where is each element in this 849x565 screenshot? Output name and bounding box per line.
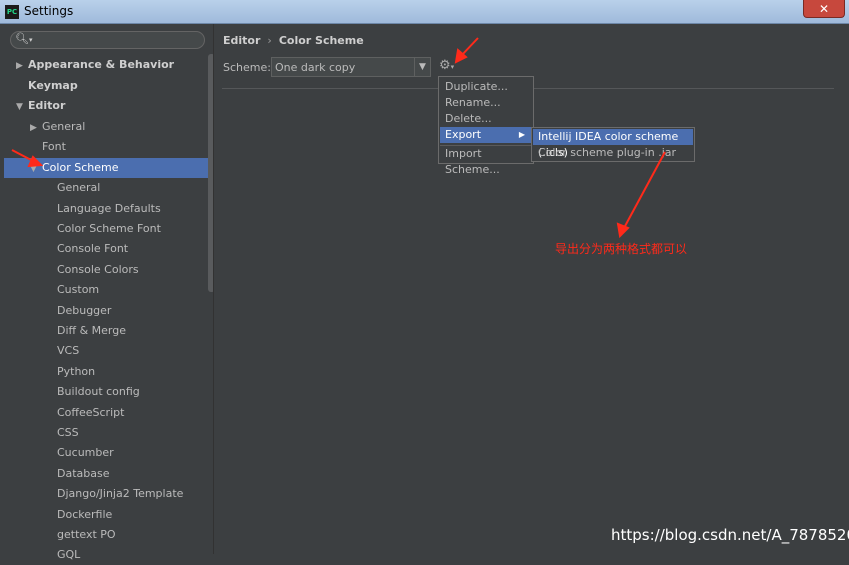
export-submenu: Intellij IDEA color scheme (.icls) Color… <box>531 127 695 162</box>
breadcrumb-separator: › <box>267 34 272 47</box>
annotation-text: 导出分为两种格式都可以 <box>555 242 688 256</box>
menu-item-duplicate[interactable]: Duplicate... <box>440 79 532 95</box>
scheme-dropdown[interactable]: One dark copy ▼ <box>271 57 431 77</box>
gear-icon[interactable]: ⚙▾ <box>439 58 454 73</box>
sidebar-item-python[interactable]: Python <box>57 362 95 382</box>
sidebar-item-color-scheme[interactable]: ▼ Color Scheme <box>4 158 213 178</box>
app-logo-icon: PC <box>5 5 19 19</box>
search-icon: 🔍︎▾ <box>15 32 33 45</box>
sidebar-item-django-jinja2[interactable]: Django/Jinja2 Template <box>57 484 183 504</box>
sidebar-item-gql[interactable]: GQL <box>57 545 80 565</box>
gear-context-menu: Duplicate... Rename... Delete... Export … <box>438 76 534 176</box>
close-button[interactable]: ✕ <box>803 0 845 18</box>
breadcrumb-editor[interactable]: Editor <box>223 34 260 47</box>
sidebar-item-debugger[interactable]: Debugger <box>57 301 111 321</box>
watermark: https://blog.csdn.net/A_7878520 <box>611 526 849 544</box>
search-input[interactable]: 🔍︎▾ <box>10 31 205 49</box>
sidebar-item-database[interactable]: Database <box>57 464 110 484</box>
sidebar-item-css[interactable]: CSS <box>57 423 79 443</box>
sidebar-item-keymap[interactable]: Keymap <box>16 76 78 96</box>
sidebar-item-appearance-behavior[interactable]: ▶ Appearance & Behavior <box>16 55 174 75</box>
title-bar: PC Settings ✕ <box>0 0 849 24</box>
submenu-item-plugin-jar[interactable]: Color scheme plug-in .jar <box>533 145 693 161</box>
sidebar-item-language-defaults[interactable]: Language Defaults <box>57 199 161 219</box>
menu-item-rename[interactable]: Rename... <box>440 95 532 111</box>
menu-item-delete[interactable]: Delete... <box>440 111 532 127</box>
chevron-right-icon: ▶ <box>518 130 525 139</box>
sidebar-item-general[interactable]: ▶ General <box>30 117 85 137</box>
sidebar-item-dockerfile[interactable]: Dockerfile <box>57 505 112 525</box>
sidebar-item-editor[interactable]: ▼ Editor <box>16 96 65 116</box>
sidebar-item-custom[interactable]: Custom <box>57 280 99 300</box>
breadcrumb: Editor › Color Scheme <box>223 34 364 47</box>
sidebar-item-buildout-config[interactable]: Buildout config <box>57 382 140 402</box>
sidebar-item-diff-merge[interactable]: Diff & Merge <box>57 321 126 341</box>
scheme-label: Scheme: <box>223 61 271 74</box>
window-title: Settings <box>24 4 74 18</box>
chevron-down-icon: ▼ <box>16 102 23 112</box>
menu-item-export[interactable]: Export ▶ <box>440 127 532 143</box>
submenu-item-icls[interactable]: Intellij IDEA color scheme (.icls) <box>533 129 693 159</box>
menu-item-import-scheme[interactable]: Import Scheme... <box>440 146 532 176</box>
settings-sidebar: 🔍︎▾ ▶ Appearance & Behavior Keymap ▼ Edito… <box>4 24 215 561</box>
breadcrumb-current: Color Scheme <box>278 34 364 47</box>
scheme-dropdown-value: One dark copy <box>275 61 356 74</box>
sidebar-item-console-colors[interactable]: Console Colors <box>57 260 139 280</box>
chevron-right-icon: ▶ <box>16 61 23 71</box>
chevron-down-icon: ▼ <box>30 164 37 174</box>
chevron-down-icon: ▼ <box>414 58 430 76</box>
sidebar-item-vcs[interactable]: VCS <box>57 341 79 361</box>
sidebar-item-color-scheme-font[interactable]: Color Scheme Font <box>57 219 161 239</box>
sidebar-item-gettext-po[interactable]: gettext PO <box>57 525 116 545</box>
chevron-right-icon: ▶ <box>30 123 37 133</box>
sidebar-item-cs-general[interactable]: General <box>57 178 100 198</box>
sidebar-item-font[interactable]: Font <box>30 137 66 157</box>
sidebar-item-cucumber[interactable]: Cucumber <box>57 443 114 463</box>
sidebar-item-coffeescript[interactable]: CoffeeScript <box>57 403 124 423</box>
sidebar-item-console-font[interactable]: Console Font <box>57 239 128 259</box>
